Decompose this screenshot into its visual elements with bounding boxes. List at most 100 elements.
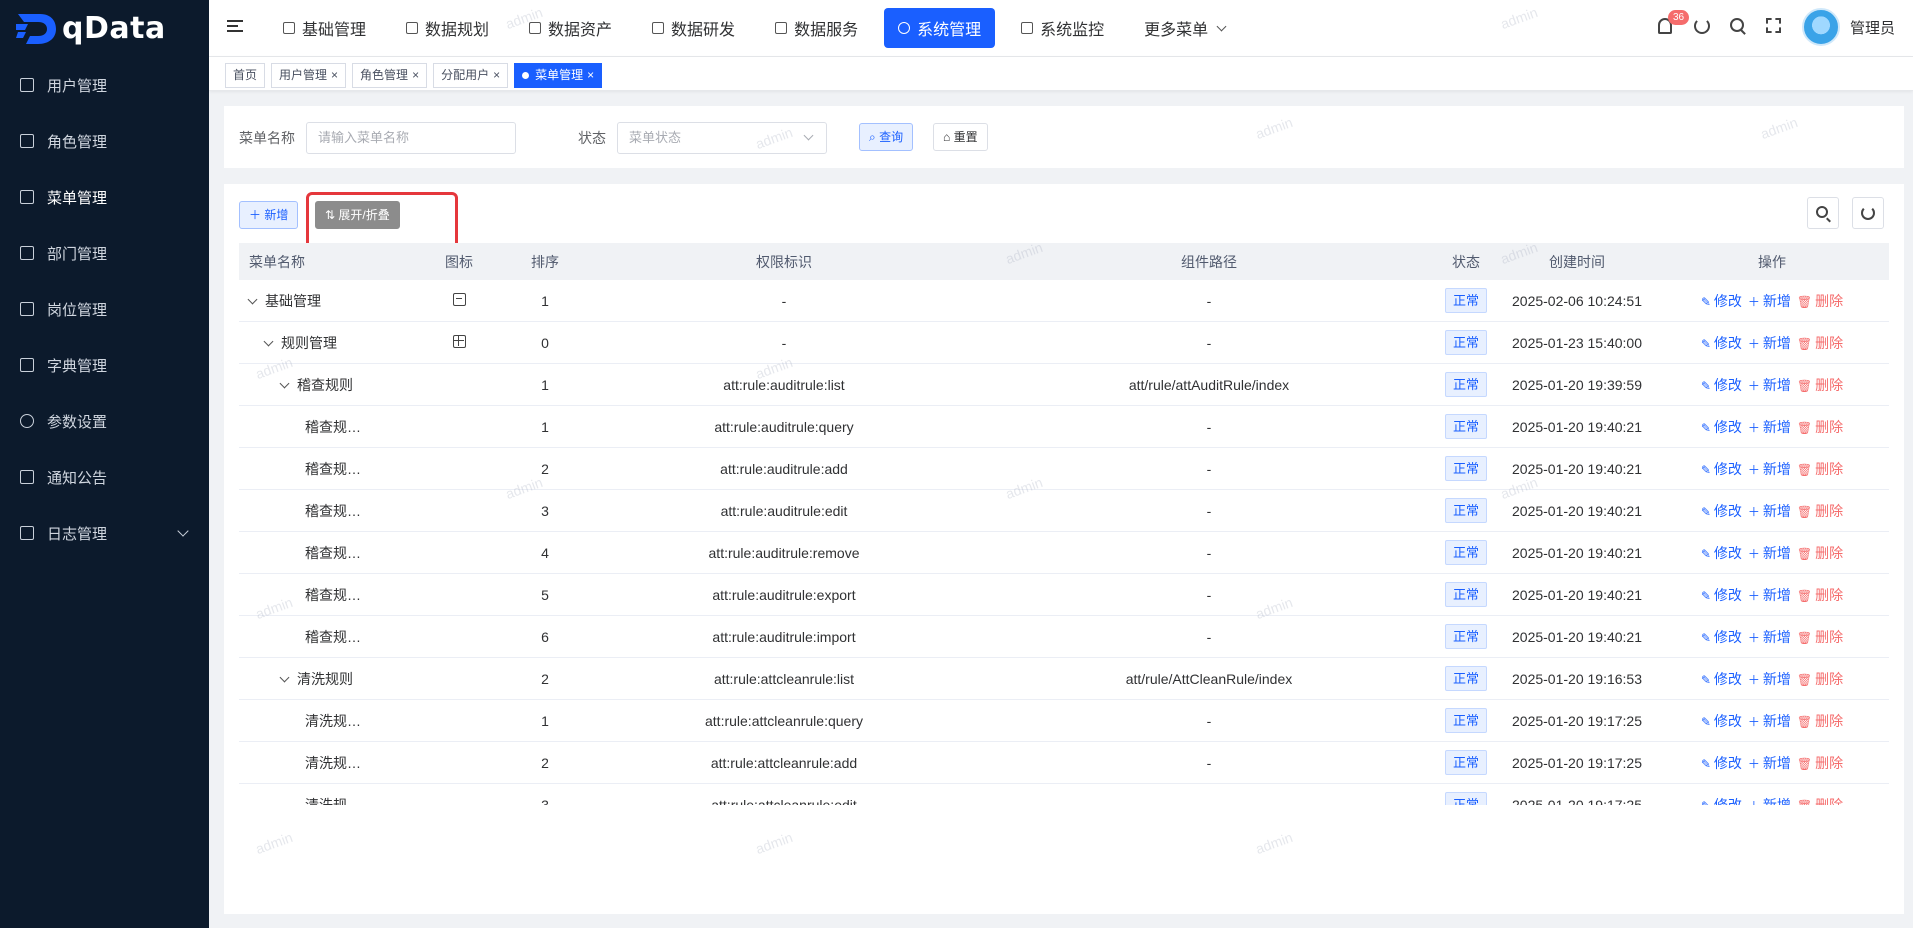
close-icon[interactable]: × xyxy=(412,64,419,87)
table-row[interactable]: 稽查规… 4 att:rule:auditrule:remove - 正常 2025-01… xyxy=(239,532,1889,574)
close-icon[interactable]: × xyxy=(587,64,594,87)
delete-button[interactable]: 🗑删除 xyxy=(1797,713,1843,729)
edit-button[interactable]: ✎修改 xyxy=(1701,293,1742,309)
add-child-button[interactable]: ＋新增 xyxy=(1748,587,1791,603)
add-child-button[interactable]: ＋新增 xyxy=(1748,503,1791,519)
header-perm: 权限标识 xyxy=(756,253,812,270)
edit-button[interactable]: ✎修改 xyxy=(1701,377,1742,393)
top-nav-item[interactable]: 系统监控 xyxy=(1007,8,1118,48)
table-row[interactable]: 稽查规… 1 att:rule:auditrule:query - 正常 2025-01-… xyxy=(239,406,1889,448)
add-child-button[interactable]: ＋新增 xyxy=(1748,461,1791,477)
chevron-down-icon[interactable] xyxy=(279,378,290,388)
add-child-button[interactable]: ＋新增 xyxy=(1748,335,1791,351)
table-row[interactable]: 稽查规则 1 att:rule:auditrule:list att/rule/att… xyxy=(239,364,1889,406)
sidebar-item[interactable]: 字典管理 xyxy=(0,337,209,393)
delete-button[interactable]: 🗑删除 xyxy=(1797,377,1843,393)
delete-button[interactable]: 🗑删除 xyxy=(1797,797,1843,806)
search-button[interactable] xyxy=(1729,18,1748,36)
avatar[interactable] xyxy=(1801,8,1840,46)
add-child-button[interactable]: ＋新增 xyxy=(1748,797,1791,806)
delete-button[interactable]: 🗑删除 xyxy=(1797,461,1843,477)
tab-page[interactable]: 分配用户 × xyxy=(433,63,509,88)
add-child-button[interactable]: ＋新增 xyxy=(1748,713,1791,729)
add-child-button[interactable]: ＋新增 xyxy=(1748,755,1791,771)
sidebar-item[interactable]: 角色管理 xyxy=(0,113,209,169)
close-icon[interactable]: × xyxy=(331,64,338,87)
table-row[interactable]: 基础管理 1 - - 正常 2025-02-06 10:24:51 ✎ 修改 ＋新增 🗑 删除 xyxy=(239,280,1889,322)
table-row[interactable]: 规则管理 0 - - 正常 2025-01-23 15:40:00 ✎ 修改 ＋新增 🗑 删除 xyxy=(239,322,1889,364)
sidebar-item[interactable]: 通知公告 xyxy=(0,449,209,505)
delete-button[interactable]: 🗑删除 xyxy=(1797,335,1843,351)
table-row[interactable]: 稽查规… 3 att:rule:auditrule:edit - 正常 2025-01-2… xyxy=(239,490,1889,532)
table-refresh-button[interactable] xyxy=(1852,197,1884,229)
top-nav-item[interactable]: 数据规划 xyxy=(392,8,503,48)
expand-collapse-button[interactable]: ⇅ 展开/折叠 xyxy=(315,201,400,229)
top-nav-item[interactable]: 基础管理 xyxy=(269,8,380,48)
delete-button[interactable]: 🗑删除 xyxy=(1797,755,1843,771)
chevron-down-icon[interactable] xyxy=(263,336,274,346)
add-child-button[interactable]: ＋新增 xyxy=(1748,629,1791,645)
table-row[interactable]: 清洗规… 1 att:rule:attcleanrule:query - 正常 2025-… xyxy=(239,700,1889,742)
menu-name-input[interactable]: 请输入菜单名称 xyxy=(306,122,516,154)
edit-button[interactable]: ✎修改 xyxy=(1701,419,1742,435)
table-row[interactable]: 清洗规… 2 att:rule:attcleanrule:add - 正常 2025-01… xyxy=(239,742,1889,784)
top-nav-item[interactable]: 数据资产 xyxy=(515,8,626,48)
add-child-button[interactable]: ＋新增 xyxy=(1748,671,1791,687)
user-name[interactable]: 管理员 xyxy=(1850,17,1895,38)
sidebar-item[interactable]: 参数设置 xyxy=(0,393,209,449)
edit-button[interactable]: ✎修改 xyxy=(1701,797,1742,806)
sidebar-item[interactable]: 用户管理 xyxy=(0,57,209,113)
refresh-button[interactable] xyxy=(1693,18,1712,36)
tab-home[interactable]: 首页 xyxy=(225,63,266,88)
add-child-button[interactable]: ＋新增 xyxy=(1748,545,1791,561)
hamburger-icon[interactable] xyxy=(227,20,243,34)
status-select[interactable]: 菜单状态 xyxy=(617,122,827,154)
sidebar-item[interactable]: 部门管理 xyxy=(0,225,209,281)
table-row[interactable]: 稽查规… 2 att:rule:auditrule:add - 正常 2025-01-20… xyxy=(239,448,1889,490)
delete-button[interactable]: 🗑删除 xyxy=(1797,629,1843,645)
table-row[interactable]: 稽查规… 6 att:rule:auditrule:import - 正常 2025-01… xyxy=(239,616,1889,658)
tab-page[interactable]: 菜单管理 × xyxy=(514,63,603,88)
edit-button[interactable]: ✎修改 xyxy=(1701,713,1742,729)
notification-bell[interactable]: 36 xyxy=(1657,10,1690,36)
edit-button[interactable]: ✎修改 xyxy=(1701,587,1742,603)
table-row[interactable]: 稽查规… 5 att:rule:auditrule:export - 正常 2025-01… xyxy=(239,574,1889,616)
edit-button[interactable]: ✎修改 xyxy=(1701,755,1742,771)
top-nav-item[interactable]: 系统管理 xyxy=(884,8,996,48)
table-search-toggle[interactable] xyxy=(1807,197,1839,229)
chevron-down-icon[interactable] xyxy=(247,294,258,304)
add-child-button[interactable]: ＋新增 xyxy=(1748,377,1791,393)
delete-button[interactable]: 🗑删除 xyxy=(1797,503,1843,519)
tab-page[interactable]: 用户管理 × xyxy=(271,63,347,88)
delete-button[interactable]: 🗑删除 xyxy=(1797,419,1843,435)
table-row[interactable]: 清洗规则 2 att:rule:attcleanrule:list att/rule/… xyxy=(239,658,1889,700)
chevron-down-icon[interactable] xyxy=(279,672,290,682)
table-row[interactable]: 清洗规… 3 att:rule:attcleanrule:edit - 正常 2025-0… xyxy=(239,784,1889,805)
delete-button[interactable]: 🗑删除 xyxy=(1797,545,1843,561)
edit-button[interactable]: ✎修改 xyxy=(1701,335,1742,351)
edit-button[interactable]: ✎修改 xyxy=(1701,461,1742,477)
edit-button[interactable]: ✎修改 xyxy=(1701,629,1742,645)
sidebar-item[interactable]: 日志管理 xyxy=(0,505,209,561)
reset-button[interactable]: ⌂ 重置 xyxy=(933,123,988,151)
top-nav-item[interactable]: 数据研发 xyxy=(638,8,749,48)
add-child-button[interactable]: ＋新增 xyxy=(1748,419,1791,435)
delete-button[interactable]: 🗑删除 xyxy=(1797,587,1843,603)
sidebar-item[interactable]: 菜单管理 xyxy=(0,169,209,225)
delete-button[interactable]: 🗑删除 xyxy=(1797,671,1843,687)
edit-button[interactable]: ✎修改 xyxy=(1701,503,1742,519)
top-nav-item[interactable]: 数据服务 xyxy=(761,8,872,48)
add-menu-button[interactable]: ＋ 新增 xyxy=(239,201,299,229)
logo[interactable]: qData xyxy=(0,0,209,57)
edit-button[interactable]: ✎修改 xyxy=(1701,671,1742,687)
menu-name: 稽查规… xyxy=(305,628,361,645)
close-icon[interactable]: × xyxy=(493,64,500,87)
query-button[interactable]: ⌕ 查询 xyxy=(859,123,914,151)
add-child-button[interactable]: ＋新增 xyxy=(1748,293,1791,309)
edit-button[interactable]: ✎修改 xyxy=(1701,545,1742,561)
delete-button[interactable]: 🗑删除 xyxy=(1797,293,1843,309)
sidebar-item[interactable]: 岗位管理 xyxy=(0,281,209,337)
top-nav-item[interactable]: 更多菜单 xyxy=(1130,8,1239,48)
fullscreen-button[interactable] xyxy=(1765,18,1784,36)
tab-page[interactable]: 角色管理 × xyxy=(352,63,428,88)
